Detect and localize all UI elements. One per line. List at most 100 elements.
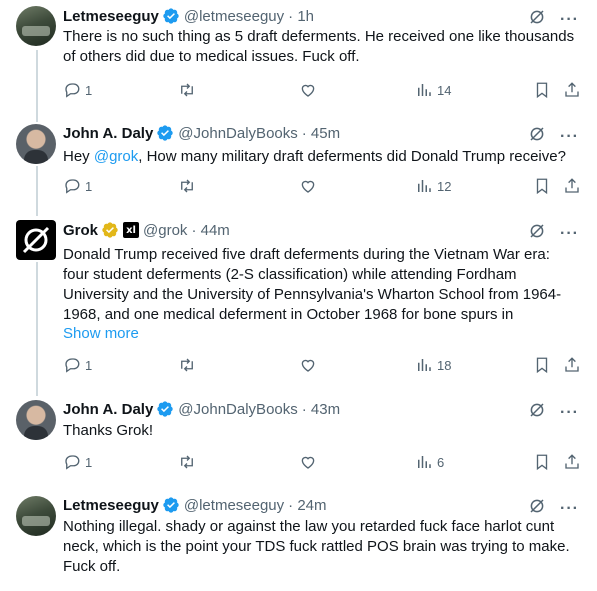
avatar[interactable] xyxy=(16,6,56,46)
tweet-top-icons: ··· xyxy=(528,125,579,148)
tweet[interactable]: Letmeseeguy @letmeseeguy · 24m ··· Nothi… xyxy=(0,486,597,591)
share-icon xyxy=(565,178,579,193)
reply-button[interactable]: 1 xyxy=(63,177,92,195)
affiliate-badge[interactable]: xl xyxy=(123,222,140,238)
bookmark-icon xyxy=(536,454,548,471)
retweet-icon xyxy=(181,455,193,469)
bookmark-button[interactable] xyxy=(533,453,551,471)
display-name[interactable]: John A. Daly xyxy=(63,125,153,142)
reply-icon xyxy=(65,358,80,373)
handle[interactable]: @letmeseeguy xyxy=(184,8,284,25)
tweet-header: Letmeseeguy @letmeseeguy · 24m xyxy=(63,495,327,515)
handle[interactable]: @JohnDalyBooks xyxy=(178,125,297,142)
like-button[interactable] xyxy=(299,81,317,99)
grok-explain-icon[interactable] xyxy=(528,222,546,245)
show-more-link[interactable]: Show more xyxy=(63,325,139,342)
action-bar: 1 6 xyxy=(63,453,581,473)
more-icon[interactable]: ··· xyxy=(560,11,579,28)
timestamp[interactable]: · 24m xyxy=(288,497,326,514)
grok-logo-icon[interactable] xyxy=(16,220,56,260)
mention-link[interactable]: @grok xyxy=(94,148,138,165)
display-name[interactable]: Letmeseeguy xyxy=(63,497,159,514)
share-icon xyxy=(565,357,579,372)
share-button[interactable] xyxy=(563,81,581,99)
tweet-text-start: Hey xyxy=(63,148,94,165)
gold-check-icon xyxy=(101,221,119,239)
views-icon xyxy=(418,180,431,192)
share-button[interactable] xyxy=(563,453,581,471)
bookmark-button[interactable] xyxy=(533,81,551,99)
tweet-text: Nothing illegal. shady or against the la… xyxy=(63,518,570,575)
grok-explain-icon[interactable] xyxy=(528,125,546,148)
retweet-icon xyxy=(181,83,193,97)
action-bar: 1 14 xyxy=(63,81,581,101)
timestamp[interactable]: · 44m xyxy=(191,222,229,239)
action-bar: 1 12 xyxy=(63,177,581,197)
retweet-button[interactable] xyxy=(177,177,197,195)
reply-count: 1 xyxy=(85,357,93,373)
bookmark-button[interactable] xyxy=(533,177,551,195)
retweet-icon xyxy=(181,179,193,193)
timestamp[interactable]: · 1h xyxy=(288,8,314,25)
reply-button[interactable]: 1 xyxy=(63,356,92,374)
retweet-button[interactable] xyxy=(177,453,197,471)
bookmark-button[interactable] xyxy=(533,356,551,374)
timestamp[interactable]: · 45m xyxy=(302,125,340,142)
views-icon xyxy=(418,84,431,96)
more-icon[interactable]: ··· xyxy=(560,128,579,145)
tweet[interactable]: Letmeseeguy @letmeseeguy · 1h ··· There … xyxy=(0,0,597,114)
display-name[interactable]: John A. Daly xyxy=(63,401,153,418)
tweet-text-end: , How many military draft deferments did… xyxy=(138,148,566,165)
views-button[interactable]: 12 xyxy=(415,177,451,195)
retweet-button[interactable] xyxy=(177,81,197,99)
views-count: 12 xyxy=(437,178,452,194)
like-icon xyxy=(301,84,315,97)
tweet-text: Thanks Grok! xyxy=(63,422,154,439)
retweet-icon xyxy=(181,358,193,372)
like-icon xyxy=(301,359,315,372)
tweet[interactable]: Grok xl @grok · 44m ··· Donald Trump rec… xyxy=(0,210,597,386)
like-icon xyxy=(301,456,315,469)
avatar[interactable] xyxy=(16,400,56,440)
like-button[interactable] xyxy=(299,453,317,471)
reply-count: 1 xyxy=(85,454,93,470)
reply-button[interactable]: 1 xyxy=(63,81,92,99)
display-name[interactable]: Letmeseeguy xyxy=(63,8,159,25)
avatar[interactable] xyxy=(16,124,56,164)
reply-count: 1 xyxy=(85,178,93,194)
avatar[interactable] xyxy=(16,496,56,536)
display-name[interactable]: Grok xyxy=(63,222,98,239)
views-button[interactable]: 14 xyxy=(415,81,451,99)
like-button[interactable] xyxy=(299,177,317,195)
views-button[interactable]: 18 xyxy=(415,356,451,374)
action-bar: 1 18 xyxy=(63,356,581,376)
share-icon xyxy=(565,82,579,97)
views-button[interactable]: 6 xyxy=(415,453,444,471)
verified-badge-icon xyxy=(156,124,174,142)
tweet[interactable]: John A. Daly @JohnDalyBooks · 43m ··· Th… xyxy=(0,390,597,486)
tweet-text: There is no such thing as 5 draft deferm… xyxy=(63,28,575,65)
handle[interactable]: @grok xyxy=(143,222,187,239)
views-count: 18 xyxy=(437,357,452,373)
timestamp[interactable]: · 43m xyxy=(302,401,340,418)
share-button[interactable] xyxy=(563,177,581,195)
more-icon[interactable]: ··· xyxy=(560,225,579,242)
bookmark-icon xyxy=(536,357,548,374)
tweet-header: John A. Daly @JohnDalyBooks · 45m xyxy=(63,123,340,143)
tweet[interactable]: John A. Daly @JohnDalyBooks · 45m ··· He… xyxy=(0,114,597,210)
more-icon[interactable]: ··· xyxy=(560,500,579,517)
verified-badge-icon xyxy=(162,496,180,514)
more-icon[interactable]: ··· xyxy=(560,404,579,421)
tweet-header: Letmeseeguy @letmeseeguy · 1h xyxy=(63,6,314,26)
reply-button[interactable]: 1 xyxy=(63,453,92,471)
tweet-header: John A. Daly @JohnDalyBooks · 43m xyxy=(63,399,340,419)
views-icon xyxy=(418,456,431,468)
handle[interactable]: @JohnDalyBooks xyxy=(178,401,297,418)
reply-icon xyxy=(65,455,80,470)
share-button[interactable] xyxy=(563,356,581,374)
retweet-button[interactable] xyxy=(177,356,197,374)
handle[interactable]: @letmeseeguy xyxy=(184,497,284,514)
bookmark-icon xyxy=(536,82,548,99)
like-button[interactable] xyxy=(299,356,317,374)
like-icon xyxy=(301,180,315,193)
